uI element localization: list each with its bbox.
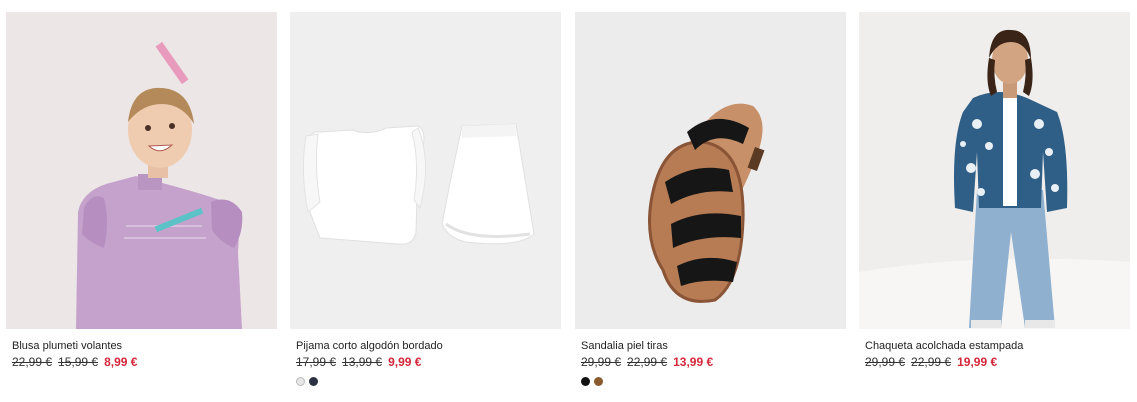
product-card-chaqueta[interactable]: Chaqueta acolchada estampada 29,99 € 22,9…	[859, 12, 1130, 392]
price-original: 29,99 €	[581, 355, 622, 369]
price-original: 17,99 €	[296, 355, 337, 369]
product-card-pijama[interactable]: Pijama corto algodón bordado 17,99 € 13,9…	[290, 12, 561, 392]
price-previous: 22,99 €	[911, 355, 952, 369]
price-original: 22,99 €	[12, 355, 53, 369]
price-original: 29,99 €	[865, 355, 906, 369]
price-previous: 13,99 €	[342, 355, 383, 369]
product-name[interactable]: Chaqueta acolchada estampada	[865, 340, 1023, 352]
price-sale: 13,99 €	[673, 355, 714, 369]
product-name[interactable]: Pijama corto algodón bordado	[296, 340, 443, 352]
color-swatch-black[interactable]	[581, 377, 590, 386]
product-name[interactable]: Blusa plumeti volantes	[12, 340, 122, 352]
color-swatch-brown[interactable]	[594, 377, 603, 386]
product-grid: Blusa plumeti volantes 22,99 € 15,99 € 8,9…	[0, 0, 1137, 402]
price-sale: 8,99 €	[104, 355, 138, 369]
color-swatch-navy[interactable]	[309, 377, 318, 386]
product-prices: 22,99 € 15,99 € 8,99 €	[12, 355, 137, 369]
product-prices: 29,99 € 22,99 € 19,99 €	[865, 355, 997, 369]
black-leather-sandal-photo[interactable]	[575, 12, 846, 329]
product-card-sandalia[interactable]: Sandalia piel tiras 29,99 € 22,99 € 13,99 …	[575, 12, 846, 392]
product-name[interactable]: Sandalia piel tiras	[581, 340, 668, 352]
price-previous: 15,99 €	[58, 355, 99, 369]
price-sale: 19,99 €	[957, 355, 998, 369]
price-sale: 9,99 €	[388, 355, 422, 369]
girl-purple-blouse-photo[interactable]	[6, 12, 277, 329]
price-previous: 22,99 €	[627, 355, 668, 369]
white-pajama-set-photo[interactable]	[290, 12, 561, 329]
girl-floral-jacket-photo[interactable]	[859, 12, 1130, 329]
color-swatch-white[interactable]	[296, 377, 305, 386]
color-swatches	[581, 377, 603, 386]
product-card-blusa[interactable]: Blusa plumeti volantes 22,99 € 15,99 € 8,9…	[6, 12, 277, 392]
color-swatches	[296, 377, 318, 386]
product-prices: 29,99 € 22,99 € 13,99 €	[581, 355, 713, 369]
product-prices: 17,99 € 13,99 € 9,99 €	[296, 355, 421, 369]
